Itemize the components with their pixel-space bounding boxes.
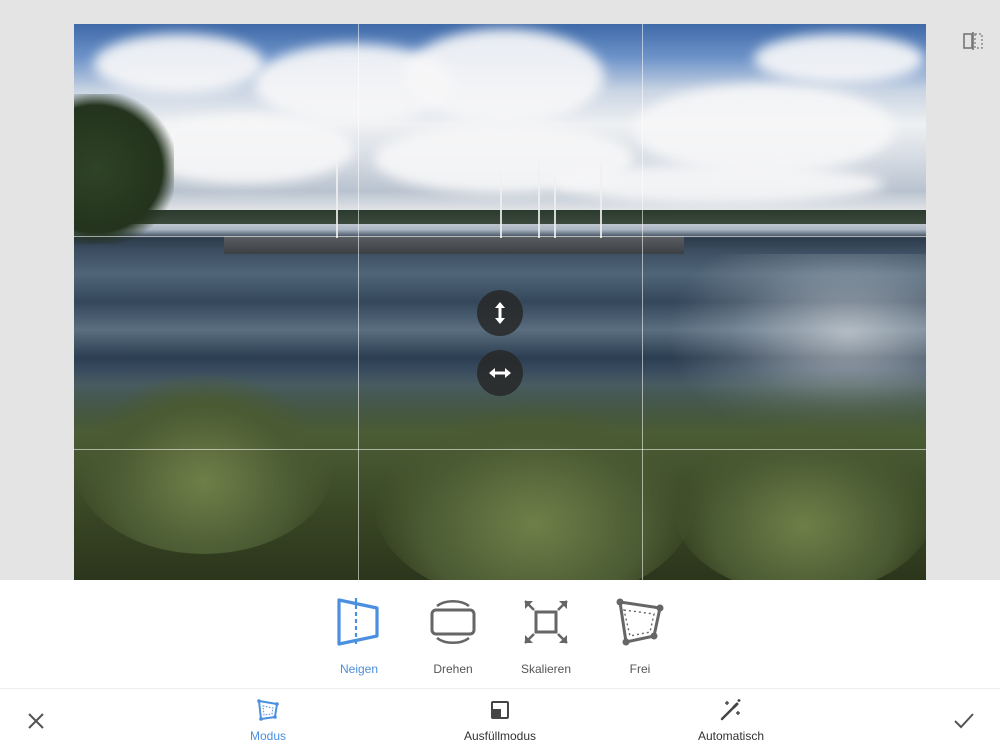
grid-line-vertical [642, 24, 643, 580]
mode-icon [257, 699, 279, 721]
grid-line-vertical [358, 24, 359, 580]
tilt-icon [337, 598, 379, 646]
tool-rotate[interactable]: Drehen [413, 594, 493, 676]
tool-label: Neigen [339, 662, 379, 676]
cloud [554, 164, 884, 204]
horizontal-tilt-handle[interactable] [477, 350, 523, 396]
cloud [94, 34, 264, 94]
tool-label: Drehen [433, 662, 473, 676]
photo-preview[interactable] [74, 24, 926, 580]
tab-label: Automatisch [697, 729, 765, 743]
mast [600, 162, 602, 238]
tab-fill-mode[interactable]: Ausfüllmodus [464, 697, 536, 743]
tool-scale[interactable]: Skalieren [506, 594, 586, 676]
tree [74, 94, 174, 244]
tab-mode[interactable]: Modus [250, 697, 286, 743]
grid-line-horizontal [74, 449, 926, 450]
cloud [634, 84, 894, 174]
checkmark-icon [954, 713, 974, 729]
grid-line-horizontal [74, 236, 926, 237]
mast [554, 176, 556, 238]
scale-icon [524, 600, 568, 644]
bottom-toolbar: Modus Ausfüllmodus Automatisch [0, 688, 1000, 751]
horizontal-arrows-icon [489, 368, 511, 378]
vertical-arrows-icon [495, 302, 505, 324]
tool-free[interactable]: Frei [600, 594, 680, 676]
grass-tuft [74, 374, 334, 554]
apply-button[interactable] [950, 707, 978, 735]
mast [336, 164, 338, 238]
tab-label: Ausfüllmodus [463, 729, 537, 743]
fill-mode-icon [490, 701, 509, 719]
tool-tilt[interactable]: Neigen [319, 594, 399, 676]
compare-button[interactable] [960, 28, 986, 54]
close-icon [28, 713, 44, 729]
cloud [754, 34, 924, 84]
tab-label: Modus [249, 729, 287, 743]
magic-wand-icon [720, 699, 741, 721]
free-transform-icon [616, 598, 664, 646]
cancel-button[interactable] [22, 707, 50, 735]
pier [224, 236, 684, 254]
tool-selector: Neigen Drehen Skalieren Frei [0, 580, 1000, 688]
tab-automatic[interactable]: Automatisch [698, 697, 764, 743]
mast [500, 172, 502, 238]
cloud [404, 29, 604, 124]
rotate-icon [430, 599, 476, 645]
compare-icon [963, 32, 983, 50]
tool-label: Skalieren [520, 662, 572, 676]
mast [538, 162, 540, 238]
canvas-area [0, 0, 1000, 580]
tool-label: Frei [629, 662, 651, 676]
vertical-tilt-handle[interactable] [477, 290, 523, 336]
